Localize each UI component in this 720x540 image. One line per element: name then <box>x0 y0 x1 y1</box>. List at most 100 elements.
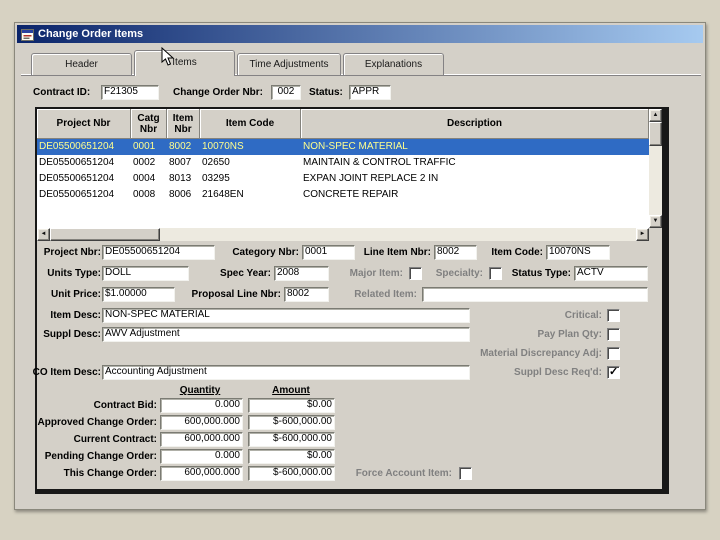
titlebar[interactable]: Change Order Items <box>17 25 703 43</box>
specialty-checkbox[interactable] <box>489 267 502 280</box>
cell-catg-nbr: 0002 <box>133 157 156 168</box>
col-header-description: Description <box>301 109 649 139</box>
pending-change-order-quantity-field[interactable]: 0.000 <box>160 449 243 464</box>
pending-change-order-label: Pending Change Order: <box>44 451 157 462</box>
approved-change-order-quantity-field[interactable]: 600,000.000 <box>160 415 243 430</box>
cell-item-nbr: 8013 <box>169 173 192 184</box>
cell-description: CONCRETE REPAIR <box>303 189 399 200</box>
scroll-down-icon[interactable]: ▼ <box>649 215 662 228</box>
change-order-nbr-field[interactable]: 002 <box>271 85 301 100</box>
cell-item-nbr: 8007 <box>169 157 192 168</box>
grid-row-selected[interactable]: DE05500651204 0001 8002 10070NS NON-SPEC… <box>37 139 649 155</box>
cell-catg-nbr: 0001 <box>133 141 156 152</box>
cell-catg-nbr: 0004 <box>133 173 156 184</box>
unit-price-field[interactable]: $1.00000 <box>102 287 175 302</box>
window-title: Change Order Items <box>38 28 144 40</box>
major-item-checkbox[interactable] <box>409 267 422 280</box>
content-frame: Project Nbr Catg Nbr Item Nbr Item Code … <box>33 107 669 494</box>
cell-catg-nbr: 0008 <box>133 189 156 200</box>
spec-year-label: Spec Year: <box>220 268 271 279</box>
suppl-desc-reqd-checkbox[interactable] <box>607 365 620 379</box>
item-desc-label: Item Desc: <box>50 310 101 321</box>
cell-item-nbr: 8006 <box>169 189 192 200</box>
col-header-item-code: Item Code <box>200 109 301 139</box>
project-nbr-label: Project Nbr: <box>43 247 101 258</box>
current-contract-quantity-field[interactable]: 600,000.000 <box>160 432 243 447</box>
contract-bid-amount-field[interactable]: $0.00 <box>248 398 335 413</box>
grid-row[interactable]: DE05500651204 0002 8007 02650 MAINTAIN &… <box>37 155 649 171</box>
line-item-nbr-field[interactable]: 8002 <box>434 245 477 260</box>
spec-year-field[interactable]: 2008 <box>274 266 329 281</box>
horizontal-scrollbar[interactable]: ◄ ► <box>37 228 649 241</box>
vertical-scrollbar[interactable]: ▲ ▼ <box>649 109 662 228</box>
specialty-label: Specialty: <box>435 268 483 279</box>
col-header-catg-nbr: Catg Nbr <box>131 109 167 139</box>
this-change-order-amount-field[interactable]: $-600,000.00 <box>248 466 335 481</box>
cell-project-nbr: DE05500651204 <box>39 157 115 168</box>
suppl-desc-field[interactable]: AWV Adjustment <box>102 327 470 342</box>
cell-description: NON-SPEC MATERIAL <box>303 141 408 152</box>
major-item-label: Major Item: <box>349 268 403 279</box>
force-account-item-checkbox[interactable] <box>459 467 472 480</box>
tab-items[interactable]: Items <box>134 50 235 76</box>
project-nbr-field[interactable]: DE05500651204 <box>102 245 215 260</box>
horizontal-scroll-thumb[interactable] <box>50 228 160 241</box>
scrollbar-corner <box>649 228 662 241</box>
col-header-item-nbr: Item Nbr <box>167 109 200 139</box>
item-detail-form: Project Nbr: DE05500651204 Category Nbr:… <box>33 241 662 489</box>
pending-change-order-amount-field[interactable]: $0.00 <box>248 449 335 464</box>
related-item-field[interactable] <box>422 287 648 302</box>
contract-id-label: Contract ID: <box>33 87 91 98</box>
grid-row[interactable]: DE05500651204 0004 8013 03295 EXPAN JOIN… <box>37 171 649 187</box>
pay-plan-qty-label: Pay Plan Qty: <box>537 329 602 340</box>
current-contract-amount-field[interactable]: $-600,000.00 <box>248 432 335 447</box>
status-type-label: Status Type: <box>511 268 571 279</box>
tab-explanations[interactable]: Explanations <box>343 53 444 75</box>
critical-checkbox[interactable] <box>607 309 620 322</box>
amount-column-header: Amount <box>272 385 310 396</box>
contract-bid-quantity-field[interactable]: 0.000 <box>160 398 243 413</box>
suppl-desc-label: Suppl Desc: <box>43 329 101 340</box>
tab-header[interactable]: Header <box>31 53 132 75</box>
scroll-up-icon[interactable]: ▲ <box>649 109 662 122</box>
proposal-line-nbr-label: Proposal Line Nbr: <box>191 289 281 300</box>
cell-project-nbr: DE05500651204 <box>39 189 115 200</box>
pay-plan-qty-checkbox[interactable] <box>607 328 620 341</box>
line-item-nbr-label: Line Item Nbr: <box>363 247 431 258</box>
scroll-left-icon[interactable]: ◄ <box>37 228 50 241</box>
units-type-field[interactable]: DOLL <box>102 266 189 281</box>
contract-bid-label: Contract Bid: <box>93 400 157 411</box>
category-nbr-label: Category Nbr: <box>232 247 299 258</box>
critical-label: Critical: <box>564 310 602 321</box>
status-field[interactable]: APPR <box>349 85 391 100</box>
item-desc-field[interactable]: NON-SPEC MATERIAL <box>102 308 470 323</box>
co-item-desc-label: CO Item Desc: <box>32 367 101 378</box>
approved-change-order-amount-field[interactable]: $-600,000.00 <box>248 415 335 430</box>
related-item-label: Related Item: <box>354 289 417 300</box>
status-type-field[interactable]: ACTV <box>574 266 648 281</box>
grid-row[interactable]: DE05500651204 0008 8006 21648EN CONCRETE… <box>37 187 649 203</box>
change-order-nbr-label: Change Order Nbr: <box>173 87 264 98</box>
item-code-field[interactable]: 10070NS <box>546 245 610 260</box>
tab-time-adjustments[interactable]: Time Adjustments <box>237 53 341 75</box>
category-nbr-field[interactable]: 0001 <box>302 245 355 260</box>
cell-item-code: 02650 <box>202 157 230 168</box>
material-discrepancy-checkbox[interactable] <box>607 347 620 360</box>
status-label: Status: <box>309 87 343 98</box>
proposal-line-nbr-field[interactable]: 8002 <box>284 287 329 302</box>
current-contract-label: Current Contract: <box>73 434 157 445</box>
contract-id-field[interactable]: F21305 <box>101 85 159 100</box>
co-item-desc-field[interactable]: Accounting Adjustment <box>102 365 470 380</box>
scroll-right-icon[interactable]: ► <box>636 228 649 241</box>
vertical-scroll-thumb[interactable] <box>649 122 662 146</box>
unit-price-label: Unit Price: <box>50 289 101 300</box>
cell-item-code: 10070NS <box>202 141 244 152</box>
cell-project-nbr: DE05500651204 <box>39 141 115 152</box>
quantity-column-header: Quantity <box>179 385 221 396</box>
this-change-order-quantity-field[interactable]: 600,000.000 <box>160 466 243 481</box>
cell-item-code: 03295 <box>202 173 230 184</box>
force-account-item-label: Force Account Item: <box>355 468 452 479</box>
change-order-items-window: Change Order Items Header Items Time Adj… <box>14 22 706 510</box>
window-icon <box>21 28 34 41</box>
material-discrepancy-label: Material Discrepancy Adj: <box>480 348 602 359</box>
